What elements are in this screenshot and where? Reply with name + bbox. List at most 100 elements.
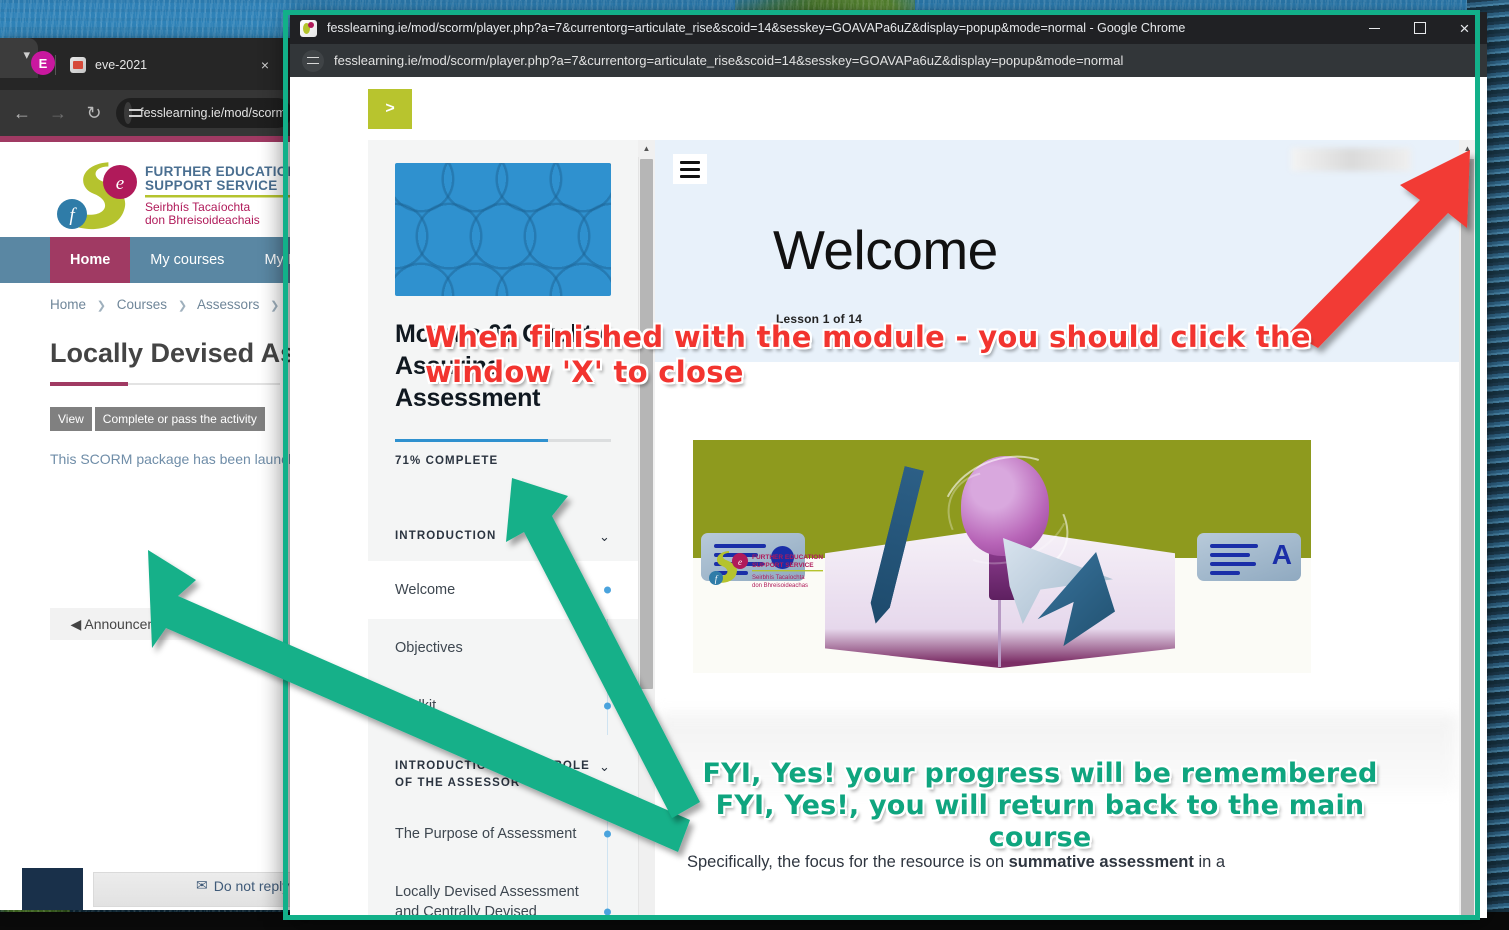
fess-logo: e f FURTHER EDUCATION SUPPORT SERVICE Se… <box>57 162 300 230</box>
lesson-banner: Welcome Lesson 1 of 14 <box>655 140 1459 362</box>
popup-favicon-icon <box>300 19 317 37</box>
profile-avatar[interactable]: E <box>31 51 55 75</box>
chevron-down-icon[interactable]: ⌄ <box>599 528 611 547</box>
popup-window-title: fesslearning.ie/mod/scorm/player.php?a=7… <box>327 21 1186 35</box>
tab-title: eve-2021 <box>95 58 148 72</box>
sidebar-item-label: The Purpose of Assessment <box>395 826 577 843</box>
footer-noreply-text: Do not reply t <box>213 877 297 894</box>
activity-badges: View Complete or pass the activity <box>50 407 300 431</box>
body-suffix: in a <box>1193 853 1226 871</box>
sidebar-item-label: Locally Devised Assessment and Centrally… <box>395 884 579 918</box>
hamburger-icon[interactable] <box>673 154 707 184</box>
redacted-paragraph-block <box>655 714 1459 792</box>
svg-text:FURTHER EDUCATION: FURTHER EDUCATION <box>752 554 823 561</box>
sidebar-item-label: Welcome <box>395 581 456 598</box>
course-cover-image <box>395 163 611 296</box>
browser-tab-eve-2021[interactable]: eve-2021 × <box>62 48 277 82</box>
lesson-status-dot-icon <box>604 644 611 652</box>
section-header-introduction[interactable]: INTRODUCTION ⌄ <box>368 513 638 561</box>
course-sidebar: Module 01 Quality Assuring Assessment 71… <box>368 140 638 918</box>
fess-logo-illustration: e f FURTHER EDUCATION SUPPORT SERVICE Se… <box>709 551 823 589</box>
hamburger-bar <box>680 160 700 164</box>
chip-line <box>1210 571 1240 575</box>
forward-icon[interactable]: → <box>44 103 72 124</box>
background-browser-toolbar: ← → ↻ fesslearning.ie/mod/scorm <box>0 90 300 136</box>
progress-bar-fill <box>395 439 549 442</box>
breadcrumb-separator: ❯ <box>270 300 280 312</box>
course-title: Module 01 Quality Assuring Assessment <box>395 320 606 412</box>
sidebar-item-label: Toolkit <box>395 697 437 714</box>
sidebar-item-locally-devised-assessment[interactable]: Locally Devised Assessment and Centrally… <box>368 863 638 918</box>
svg-text:e: e <box>116 173 124 194</box>
popup-address-bar[interactable]: fesslearning.ie/mod/scorm/player.php?a=7… <box>290 44 1487 77</box>
breadcrumb-courses[interactable]: Courses <box>117 297 167 312</box>
sidebar-scrollbar-thumb[interactable] <box>640 159 653 689</box>
popup-title-bar[interactable]: fesslearning.ie/mod/scorm/player.php?a=7… <box>290 12 1487 44</box>
hamburger-bar <box>680 167 700 171</box>
background-tab-strip: ▾ E eve-2021 × <box>0 38 300 90</box>
section-header-role-of-assessor[interactable]: INTRODUCTION TO THE ROLE OF THE ASSESSOR… <box>368 743 638 805</box>
hamburger-bar <box>680 174 700 178</box>
section-label: INTRODUCTION TO THE ROLE OF THE ASSESSOR <box>395 759 590 789</box>
content-scrollbar-thumb[interactable] <box>1461 159 1474 915</box>
title-underline <box>50 382 280 386</box>
page-title: Locally Devised As <box>50 338 296 368</box>
site-settings-icon[interactable] <box>124 102 142 124</box>
svg-text:e: e <box>738 557 742 567</box>
progress-label: 71% COMPLETE <box>395 455 499 467</box>
close-button[interactable]: × <box>1442 12 1487 44</box>
minimize-button[interactable] <box>1352 12 1397 44</box>
body-prefix: Specifically, the focus for the resource… <box>687 853 1009 871</box>
scorm-popup-window[interactable]: fesslearning.ie/mod/scorm/player.php?a=7… <box>290 12 1487 918</box>
background-browser-window[interactable]: ▾ E eve-2021 × ← → ↻ fesslearning.ie/mod… <box>0 38 300 910</box>
sidebar-item-objectives[interactable]: Objectives <box>368 618 638 677</box>
lesson-status-dot-icon <box>604 586 611 594</box>
status-badge-complete: Complete or pass the activity <box>94 407 265 431</box>
sidebar-scroll-up-icon[interactable]: ▲ <box>638 140 655 157</box>
lesson-content: Welcome Lesson 1 of 14 A e f FURTHER EDU… <box>655 140 1459 918</box>
toc-toggle-button[interactable]: > <box>368 89 412 129</box>
svg-text:don Bhreisoideachas: don Bhreisoideachas <box>752 583 808 589</box>
body-bold-term: summative assessment <box>1008 853 1194 871</box>
nav-item-home[interactable]: Home <box>50 237 131 283</box>
maximize-button[interactable] <box>1397 12 1442 44</box>
background-url-text: fesslearning.ie/mod/scorm <box>140 106 286 120</box>
background-footer: ✉ Do not reply t <box>0 848 300 910</box>
screen: ▾ E eve-2021 × ← → ↻ fesslearning.ie/mod… <box>0 0 1509 930</box>
sidebar-item-welcome[interactable]: Welcome <box>368 560 638 619</box>
scorm-launch-note: This SCORM package has been launched i <box>50 451 300 467</box>
tab-close-icon[interactable]: × <box>261 57 269 73</box>
content-scroll-up-icon[interactable]: ▲ <box>1459 140 1476 157</box>
popup-content: > Module 01 Quality Assuring Assessment … <box>290 77 1487 918</box>
lesson-status-dot-icon <box>604 830 611 838</box>
site-brand-header: e f FURTHER EDUCATION SUPPORT SERVICE Se… <box>0 142 300 237</box>
reload-icon[interactable]: ↻ <box>80 103 108 124</box>
site-navbar: Home My courses My Dash <box>0 237 300 283</box>
site-settings-icon[interactable] <box>302 49 324 72</box>
breadcrumb-separator: ❯ <box>96 300 106 312</box>
breadcrumb-home[interactable]: Home <box>50 297 86 312</box>
sidebar-item-toolkit[interactable]: Toolkit <box>368 676 638 735</box>
back-icon[interactable]: ← <box>8 103 36 124</box>
breadcrumb: Home ❯ Courses ❯ Assessors ❯ locally-de <box>0 283 300 312</box>
sidebar-item-purpose-of-assessment[interactable]: The Purpose of Assessment <box>368 805 638 864</box>
section-label: INTRODUCTION <box>395 530 497 542</box>
background-address-bar[interactable]: fesslearning.ie/mod/scorm <box>116 98 292 128</box>
footer-noreply: ✉ Do not reply t <box>196 877 297 894</box>
footer-dark-block <box>22 868 83 910</box>
lesson-body-paragraph: Specifically, the focus for the resource… <box>655 850 1459 875</box>
svg-text:Seirbhís Tacaíochta: Seirbhís Tacaíochta <box>145 200 251 214</box>
lesson-counter: Lesson 1 of 14 <box>776 312 863 326</box>
progress-bar <box>395 439 611 442</box>
lesson-illustration: A e f FURTHER EDUCATION SUPPORT SERVICE … <box>693 440 1311 673</box>
window-controls: × <box>1352 12 1487 44</box>
sidebar-item-label: Objectives <box>395 639 463 656</box>
announcements-button[interactable]: ◀ Announcements <box>50 608 206 640</box>
nav-item-my-courses[interactable]: My courses <box>130 237 244 283</box>
document-chip-right-icon: A <box>1197 533 1301 581</box>
minimize-icon <box>1369 28 1380 29</box>
breadcrumb-assessors[interactable]: Assessors <box>197 297 259 312</box>
redacted-header-block <box>1291 148 1411 171</box>
lesson-status-dot-icon <box>604 908 611 916</box>
chevron-down-icon[interactable]: ⌄ <box>599 758 611 777</box>
